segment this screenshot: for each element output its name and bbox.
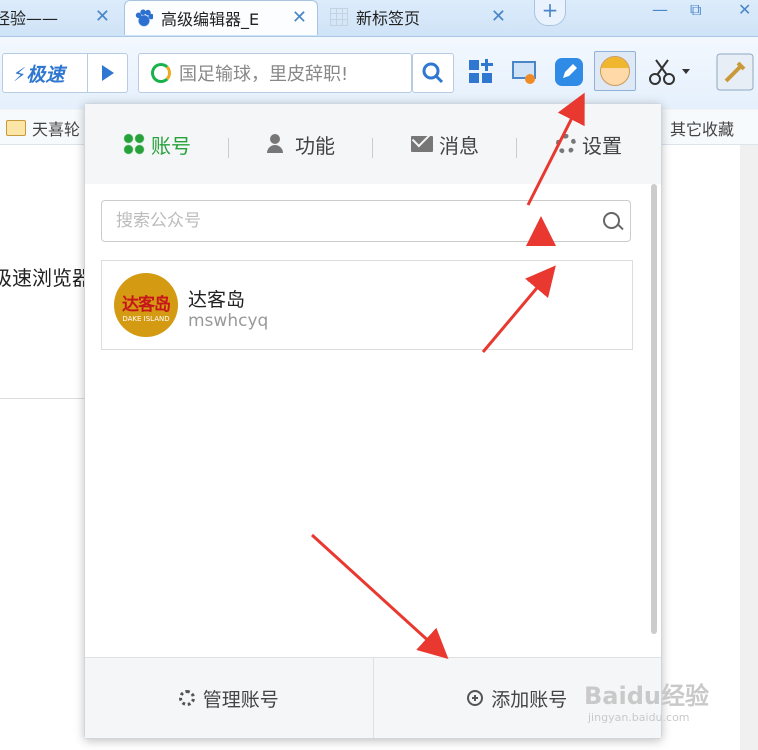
panel-footer: 管理账号 添加账号	[85, 657, 661, 738]
tab-settings[interactable]: 设置	[517, 104, 661, 184]
restore-icon[interactable]: ⧉	[690, 0, 701, 20]
account-id: mswhcyq	[188, 311, 269, 331]
divider	[0, 398, 84, 399]
screenshot-icon[interactable]	[510, 57, 540, 87]
logo-subtext: DAKE ISLAND	[122, 315, 170, 323]
baidu-paw-icon	[135, 9, 153, 27]
logo-text: 达客岛	[122, 295, 171, 315]
speed-mode-button[interactable]: ⚡极速	[2, 53, 128, 93]
manage-accounts-button[interactable]: 管理账号	[85, 658, 374, 738]
close-icon[interactable]: ✕	[491, 6, 506, 27]
bookmark-label: 天喜轮	[32, 120, 81, 139]
search-button[interactable]	[412, 53, 454, 93]
add-label: 添加账号	[491, 688, 568, 711]
search-icon[interactable]	[603, 212, 620, 229]
plus-circle-icon	[467, 690, 484, 706]
tab-label: 账号	[151, 133, 191, 158]
bookmark-folder[interactable]: 天喜轮	[6, 116, 80, 140]
toolbar: ⚡极速 国足输球，里皮辞职!	[0, 37, 758, 109]
tab-messages[interactable]: 消息	[373, 104, 517, 184]
watermark-sub: jingyan.baidu.com	[588, 711, 690, 724]
other-bookmarks[interactable]: 其它收藏	[670, 116, 734, 140]
account-list-item[interactable]: 达客岛 DAKE ISLAND 达客岛 mswhcyq	[101, 260, 633, 350]
search-text: 国足输球，里皮辞职!	[179, 64, 349, 85]
divider	[87, 54, 88, 92]
tools-icon[interactable]	[716, 53, 754, 91]
scissors-icon[interactable]	[646, 57, 694, 87]
page-scrollbar[interactable]	[740, 145, 758, 750]
account-search	[101, 200, 631, 242]
tab-label: 新标签页	[356, 9, 421, 28]
apps-plus-icon[interactable]	[466, 57, 496, 87]
tab-experience[interactable]: 经验—— ✕	[0, 0, 120, 34]
speed-label: ⚡极速	[13, 63, 65, 86]
close-icon[interactable]: ✕	[95, 6, 110, 27]
panel-scrollbar[interactable]	[651, 184, 657, 634]
account-name: 达客岛	[188, 289, 246, 311]
edit-icon[interactable]	[554, 57, 584, 87]
page-text: 极速浏览器	[0, 266, 92, 290]
apps-icon	[123, 133, 145, 155]
account-search-input[interactable]	[114, 210, 598, 232]
avatar-icon	[600, 56, 630, 86]
account-logo: 达客岛 DAKE ISLAND	[114, 273, 178, 337]
tab-label: 设置	[582, 133, 622, 158]
play-icon[interactable]	[102, 65, 114, 81]
manage-label: 管理账号	[202, 688, 279, 711]
close-icon[interactable]: ✕	[292, 7, 307, 28]
mail-icon	[411, 136, 433, 152]
new-tab-button[interactable]: +	[534, 0, 566, 26]
baidu-watermark: Baidu经验 jingyan.baidu.com	[584, 676, 709, 724]
tab-label: 消息	[439, 133, 479, 158]
tab-strip: 经验—— ✕ 高级编辑器_E ✕ 新标签页 ✕ + — ⧉ ✕	[0, 0, 758, 37]
gear-icon	[556, 134, 576, 154]
close-window-icon[interactable]: ✕	[738, 0, 751, 19]
tab-label: 高级编辑器_E	[161, 10, 260, 29]
public-account-panel: 账号 功能 消息 设置 达客岛 DAKE ISLAND 达客岛	[84, 103, 662, 739]
watermark-main: Baidu经验	[584, 682, 709, 710]
user-gear-icon	[267, 133, 289, 155]
minimize-icon[interactable]: —	[652, 0, 668, 19]
tab-advanced-editor[interactable]: 高级编辑器_E ✕	[124, 0, 318, 35]
search-logo-icon	[151, 63, 171, 83]
panel-body: 达客岛 DAKE ISLAND 达客岛 mswhcyq	[85, 184, 661, 658]
panel-tabs: 账号 功能 消息 设置	[85, 104, 661, 184]
tab-new-tab[interactable]: 新标签页 ✕	[320, 0, 516, 34]
tab-features[interactable]: 功能	[229, 104, 373, 184]
address-search-box[interactable]: 国足输球，里皮辞职!	[138, 53, 412, 93]
search-icon	[422, 62, 444, 84]
tab-label: 经验——	[0, 9, 59, 28]
tab-label: 功能	[295, 133, 335, 158]
gear-icon	[178, 690, 195, 706]
tab-account[interactable]: 账号	[85, 104, 229, 184]
grid-icon	[330, 8, 348, 26]
folder-icon	[6, 120, 26, 136]
account-avatar-button[interactable]	[594, 51, 636, 91]
